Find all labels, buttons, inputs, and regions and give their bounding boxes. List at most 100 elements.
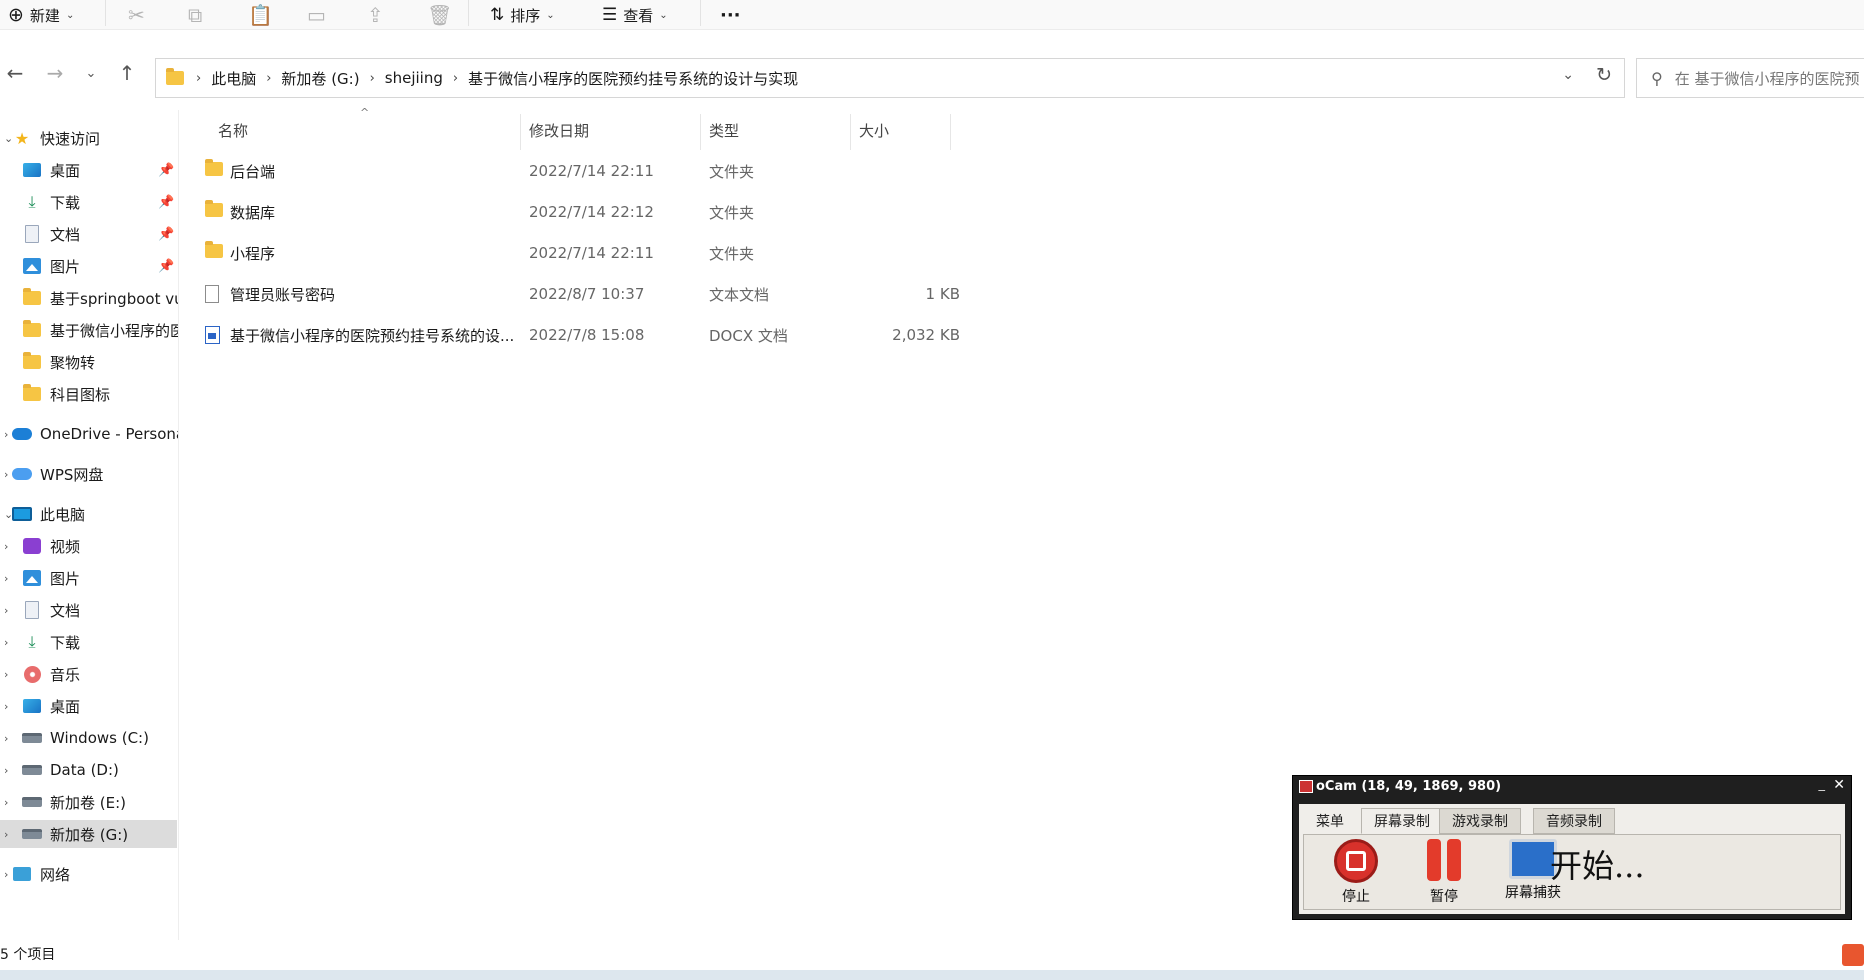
sidebar-item-drive-c[interactable]: › Windows (C:) [0, 724, 178, 752]
sidebar-item-documents-pc[interactable]: › 文档 [0, 596, 178, 624]
tab-game-record[interactable]: 游戏录制 [1439, 808, 1521, 834]
table-row[interactable]: 小程序 2022/7/14 22:11 文件夹 [180, 235, 960, 271]
sidebar-item-drive-e[interactable]: › 新加卷 (E:) [0, 788, 178, 816]
sidebar-item-desktop[interactable]: 桌面 📌 [0, 156, 178, 184]
chevron-right-icon[interactable]: › [4, 604, 8, 617]
chevron-down-icon[interactable]: ⌄ [1562, 67, 1574, 83]
chevron-right-icon[interactable]: › [4, 572, 8, 585]
sidebar-item-springboot-folder[interactable]: 基于springboot vue [0, 284, 178, 312]
stop-button[interactable]: 停止 [1326, 839, 1386, 909]
view-button[interactable]: ☰ 查看 ⌄ [602, 0, 668, 30]
stop-icon [1334, 839, 1378, 883]
tab-audio-record[interactable]: 音频录制 [1533, 808, 1615, 834]
rename-icon[interactable]: ▭ [307, 0, 326, 30]
item-count: 5 个项目 [0, 947, 56, 963]
file-size: 2,032 KB [892, 326, 960, 344]
chevron-right-icon[interactable]: › [4, 700, 8, 713]
pin-icon[interactable]: 📌 [158, 195, 174, 210]
sidebar-item-this-pc[interactable]: ⌄ 此电脑 [0, 500, 178, 528]
sidebar-item-network[interactable]: › 网络 [0, 860, 178, 888]
copy-icon[interactable]: ⧉ [188, 0, 202, 30]
sidebar-item-quick-access[interactable]: ⌄ ★ 快速访问 [0, 124, 178, 152]
ocam-titlebar[interactable]: oCam (18, 49, 1869, 980) [1299, 779, 1501, 794]
up-arrow-icon[interactable]: ↑ [112, 58, 142, 88]
table-row[interactable]: 基于微信小程序的医院预约挂号系统的设... 2022/7/8 15:08 DOC… [180, 317, 960, 353]
sidebar-item-downloads[interactable]: ⤓ 下载 📌 [0, 188, 178, 216]
column-divider[interactable] [700, 114, 701, 150]
forward-arrow-icon[interactable]: → [40, 58, 70, 88]
sidebar-item-juwuzhuan-folder[interactable]: 聚物转 [0, 348, 178, 376]
sidebar-item-desktop-pc[interactable]: › 桌面 [0, 692, 178, 720]
pause-button[interactable]: 暂停 [1414, 839, 1474, 909]
breadcrumb-drive-g[interactable]: 新加卷 (G:) [281, 68, 359, 89]
sidebar-item-wechat-folder[interactable]: 基于微信小程序的医院 [0, 316, 178, 344]
refresh-icon[interactable]: ↻ [1596, 64, 1612, 86]
sidebar-item-label: 基于微信小程序的医院 [50, 321, 178, 340]
pin-icon[interactable]: 📌 [158, 227, 174, 242]
breadcrumb-current-folder[interactable]: 基于微信小程序的医院预约挂号系统的设计与实现 [468, 68, 798, 89]
chevron-right-icon[interactable]: › [4, 868, 8, 881]
delete-icon[interactable]: 🗑 [427, 0, 452, 30]
breadcrumb-shejiing[interactable]: shejiing [385, 69, 443, 87]
pane-divider[interactable] [178, 110, 179, 940]
chevron-right-icon[interactable]: › [4, 796, 8, 809]
column-divider[interactable] [850, 114, 851, 150]
table-row[interactable]: 数据库 2022/7/14 22:12 文件夹 [180, 194, 960, 230]
search-input[interactable]: ⚲ 在 基于微信小程序的医院预 [1636, 58, 1864, 98]
sidebar-item-pictures[interactable]: 图片 📌 [0, 252, 178, 280]
file-date: 2022/7/8 15:08 [529, 326, 645, 344]
sidebar-item-drive-d[interactable]: › Data (D:) [0, 756, 178, 784]
sidebar-item-music[interactable]: › 音乐 [0, 660, 178, 688]
ocam-title: oCam (18, 49, 1869, 980) [1316, 779, 1502, 794]
sidebar-item-subject-icons-folder[interactable]: 科目图标 [0, 380, 178, 408]
more-options-button[interactable]: ··· [720, 0, 741, 30]
chevron-right-icon[interactable]: › [4, 668, 8, 681]
chevron-right-icon[interactable]: › [4, 764, 8, 777]
cut-icon[interactable]: ✂ [128, 0, 145, 30]
paste-icon[interactable]: 📋 [248, 0, 273, 30]
column-header-modified[interactable]: 修改日期 [529, 110, 589, 150]
ocam-window[interactable]: oCam (18, 49, 1869, 980) _ ✕ 菜单 屏幕录制 游戏录… [1292, 775, 1852, 920]
ocam-controls-panel: 停止 暂停 屏幕捕获 开始... [1303, 834, 1841, 910]
sidebar-item-wps-cloud[interactable]: › WPS网盘 [0, 460, 178, 488]
sort-button[interactable]: ⇅ 排序 ⌄ [490, 0, 555, 30]
folder-icon [205, 159, 223, 180]
sidebar-item-videos[interactable]: › 视频 [0, 532, 178, 560]
chevron-right-icon[interactable]: › [4, 540, 8, 553]
tab-menu[interactable]: 菜单 [1303, 808, 1357, 834]
share-icon[interactable]: ⇪ [367, 0, 384, 30]
tray-app-icon[interactable] [1842, 944, 1864, 966]
new-button[interactable]: ⊕ 新建 ⌄ [8, 0, 74, 30]
sidebar-item-label: 图片 [50, 569, 81, 588]
close-icon[interactable]: ✕ [1833, 777, 1845, 793]
desktop-icon [22, 160, 42, 180]
breadcrumb-this-pc[interactable]: 此电脑 [211, 68, 256, 89]
pin-icon[interactable]: 📌 [158, 259, 174, 274]
chevron-right-icon[interactable]: › [4, 636, 8, 649]
chevron-right-icon[interactable]: › [4, 428, 8, 441]
column-divider[interactable] [520, 114, 521, 150]
sidebar-item-label: 下载 [50, 193, 81, 212]
table-row[interactable]: 后台端 2022/7/14 22:11 文件夹 [180, 153, 960, 189]
column-divider[interactable] [950, 114, 951, 150]
sidebar-item-pictures-pc[interactable]: › 图片 [0, 564, 178, 592]
chevron-right-icon[interactable]: › [4, 732, 8, 745]
column-header-name[interactable]: 名称 [218, 110, 248, 150]
chevron-right-icon[interactable]: › [4, 828, 8, 841]
pin-icon[interactable]: 📌 [158, 163, 174, 178]
chevron-right-icon[interactable]: › [4, 468, 8, 481]
back-arrow-icon[interactable]: ← [0, 58, 30, 88]
address-bar[interactable]: › 此电脑 › 新加卷 (G:) › shejiing › 基于微信小程序的医院… [155, 58, 1625, 98]
minimize-icon[interactable]: _ [1819, 777, 1826, 792]
sidebar-item-onedrive[interactable]: › OneDrive - Personal [0, 420, 178, 448]
sidebar-item-drive-g[interactable]: › 新加卷 (G:) [0, 820, 177, 848]
recent-locations-chevron-icon[interactable]: ⌄ [76, 58, 106, 88]
sidebar-item-documents[interactable]: 文档 📌 [0, 220, 178, 248]
column-header-size[interactable]: 大小 [859, 110, 889, 150]
column-label: 名称 [218, 121, 249, 140]
tab-screen-record[interactable]: 屏幕录制 [1361, 808, 1443, 834]
column-header-type[interactable]: 类型 [709, 110, 739, 150]
text-file-icon [205, 285, 219, 307]
sidebar-item-downloads-pc[interactable]: › ⤓ 下载 [0, 628, 178, 656]
table-row[interactable]: 管理员账号密码 2022/8/7 10:37 文本文档 1 KB [180, 276, 960, 312]
